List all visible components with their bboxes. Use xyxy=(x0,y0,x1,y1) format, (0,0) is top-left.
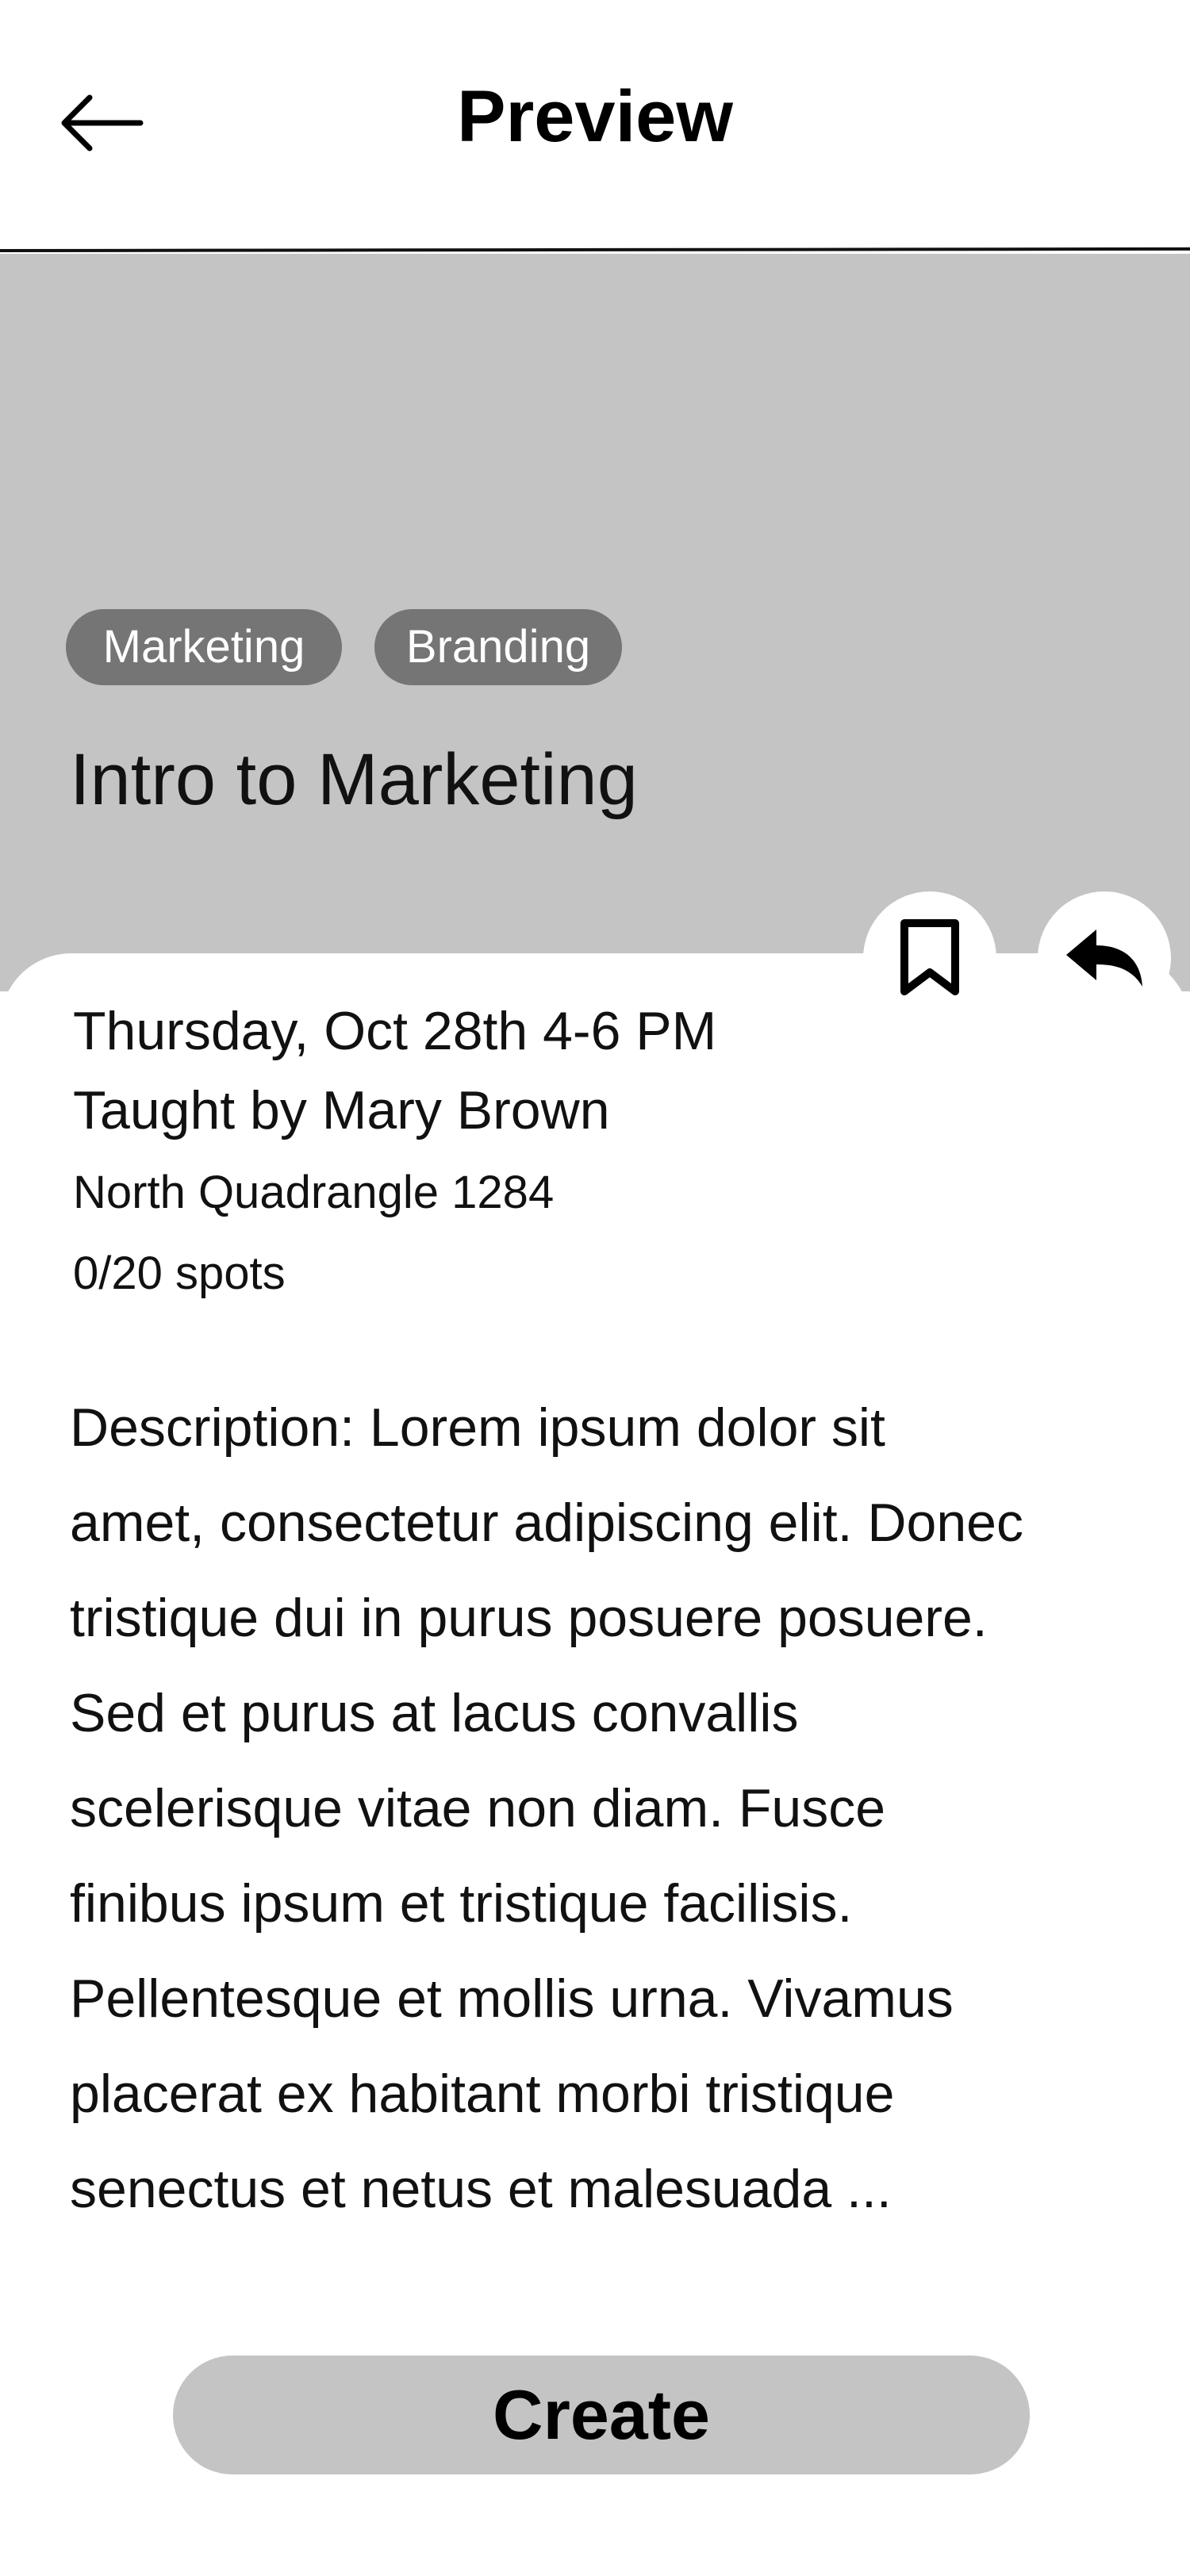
description-line: Pellentesque et mollis urna. Vivamus xyxy=(70,1968,954,2029)
course-title: Intro to Marketing xyxy=(70,739,638,820)
tag-branding[interactable]: Branding xyxy=(374,609,622,685)
event-spots: 0/20 spots xyxy=(73,1248,286,1299)
page-title: Preview xyxy=(457,76,733,157)
description-line: Sed et purus at lacus convallis xyxy=(70,1683,799,1743)
share-button[interactable] xyxy=(1038,891,1171,1025)
event-date-time: Thursday, Oct 28th 4-6 PM xyxy=(73,1001,717,1061)
tag-marketing[interactable]: Marketing xyxy=(66,609,342,685)
bookmark-button[interactable] xyxy=(863,891,996,1025)
event-location: North Quadrangle 1284 xyxy=(73,1167,555,1218)
create-button[interactable]: Create xyxy=(173,2356,1030,2474)
description-line: scelerisque vitae non diam. Fusce xyxy=(70,1778,886,1838)
event-teacher: Taught by Mary Brown xyxy=(73,1080,610,1140)
description-line: placerat ex habitant morbi tristique xyxy=(70,2064,895,2124)
bookmark-icon xyxy=(900,919,959,995)
description-text: Description: Lorem ipsum dolor sit amet,… xyxy=(70,1380,1125,2237)
top-bar: Preview xyxy=(0,0,1190,252)
description-line: senectus et netus et malesuada ... xyxy=(70,2159,892,2219)
description-line: tristique dui in purus posuere posuere. xyxy=(70,1588,988,1648)
description-line: finibus ipsum et tristique facilisis. xyxy=(70,1873,853,1934)
preview-screen: Preview Marketing Branding Intro to Mark… xyxy=(0,0,1190,2576)
description-line: amet, consectetur adipiscing elit. Donec xyxy=(70,1493,1023,1553)
reply-arrow-icon xyxy=(1066,930,1142,987)
description-line: Description: Lorem ipsum dolor sit xyxy=(70,1397,885,1458)
